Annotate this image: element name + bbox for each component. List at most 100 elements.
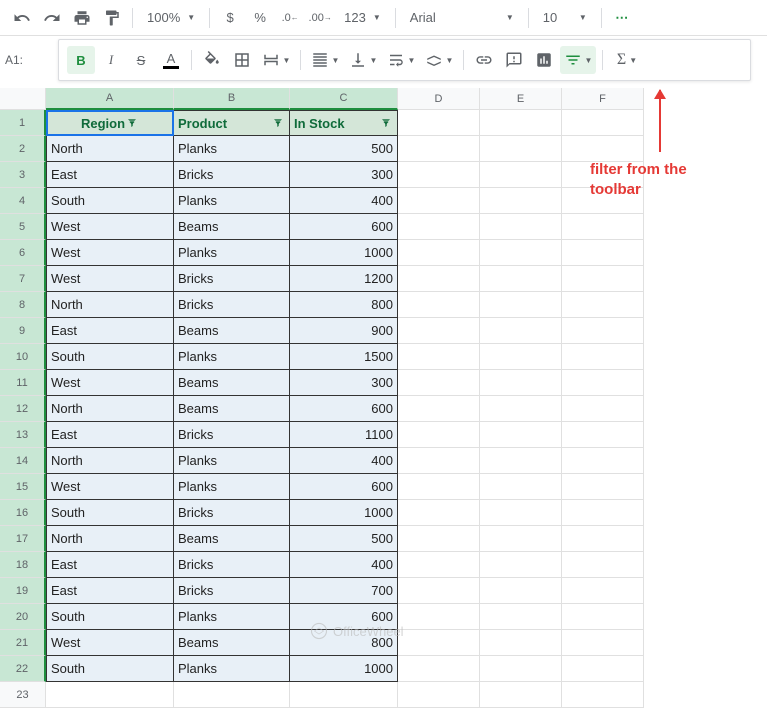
row-header[interactable]: 20	[0, 604, 46, 630]
data-cell[interactable]: 600	[290, 214, 398, 240]
empty-cell[interactable]	[562, 526, 644, 552]
data-cell[interactable]: West	[46, 474, 174, 500]
data-cell[interactable]: Planks	[174, 136, 290, 162]
data-cell[interactable]: Beams	[174, 370, 290, 396]
filter-icon[interactable]	[271, 116, 285, 130]
empty-cell[interactable]	[480, 526, 562, 552]
data-cell[interactable]: East	[46, 422, 174, 448]
empty-cell[interactable]	[480, 396, 562, 422]
empty-cell[interactable]	[480, 682, 562, 708]
row-header[interactable]: 15	[0, 474, 46, 500]
empty-cell[interactable]	[480, 656, 562, 682]
data-cell[interactable]: Bricks	[174, 162, 290, 188]
data-cell[interactable]: 1200	[290, 266, 398, 292]
row-header[interactable]: 7	[0, 266, 46, 292]
row-header[interactable]: 13	[0, 422, 46, 448]
empty-cell[interactable]	[480, 630, 562, 656]
row-header[interactable]: 1	[0, 110, 46, 136]
empty-cell[interactable]	[562, 318, 644, 344]
insert-link-button[interactable]	[470, 46, 498, 74]
data-cell[interactable]: 1500	[290, 344, 398, 370]
data-cell[interactable]: East	[46, 552, 174, 578]
row-header[interactable]: 3	[0, 162, 46, 188]
data-cell[interactable]: Planks	[174, 188, 290, 214]
data-cell[interactable]: Bricks	[174, 266, 290, 292]
empty-cell[interactable]	[562, 500, 644, 526]
row-header[interactable]: 18	[0, 552, 46, 578]
empty-cell[interactable]	[398, 578, 480, 604]
vertical-align-button[interactable]: ▼	[345, 46, 381, 74]
data-cell[interactable]: Bricks	[174, 552, 290, 578]
data-cell[interactable]: 300	[290, 370, 398, 396]
data-cell[interactable]: 1100	[290, 422, 398, 448]
data-cell[interactable]: Beams	[174, 214, 290, 240]
empty-cell[interactable]	[480, 240, 562, 266]
column-header[interactable]: B	[174, 88, 290, 110]
strikethrough-button[interactable]: S	[127, 46, 155, 74]
empty-cell[interactable]	[398, 266, 480, 292]
empty-cell[interactable]	[480, 552, 562, 578]
row-header[interactable]: 23	[0, 682, 46, 708]
data-cell[interactable]: West	[46, 266, 174, 292]
font-size-select[interactable]: 10▼	[535, 4, 595, 32]
data-cell[interactable]: South	[46, 656, 174, 682]
data-cell[interactable]: North	[46, 448, 174, 474]
data-cell[interactable]: 1000	[290, 240, 398, 266]
empty-cell[interactable]	[562, 344, 644, 370]
column-header[interactable]: F	[562, 88, 644, 110]
data-cell[interactable]: 600	[290, 396, 398, 422]
empty-cell[interactable]	[398, 240, 480, 266]
data-cell[interactable]: Bricks	[174, 578, 290, 604]
text-wrap-button[interactable]: ▼	[383, 46, 419, 74]
empty-cell[interactable]	[398, 552, 480, 578]
more-tools-button[interactable]: ⋯	[608, 4, 636, 32]
data-cell[interactable]: Beams	[174, 526, 290, 552]
row-header[interactable]: 21	[0, 630, 46, 656]
empty-cell[interactable]	[562, 552, 644, 578]
row-header[interactable]: 4	[0, 188, 46, 214]
empty-cell[interactable]	[562, 422, 644, 448]
empty-cell[interactable]	[480, 214, 562, 240]
empty-cell[interactable]	[398, 630, 480, 656]
column-header[interactable]: E	[480, 88, 562, 110]
decrease-decimal-button[interactable]: .0←	[276, 4, 304, 32]
empty-cell[interactable]	[480, 344, 562, 370]
empty-cell[interactable]	[480, 474, 562, 500]
empty-cell[interactable]	[398, 136, 480, 162]
empty-cell[interactable]	[562, 370, 644, 396]
row-header[interactable]: 12	[0, 396, 46, 422]
insert-comment-button[interactable]	[500, 46, 528, 74]
merge-cells-button[interactable]: ▼	[258, 46, 294, 74]
empty-cell[interactable]	[562, 396, 644, 422]
empty-cell[interactable]	[562, 578, 644, 604]
empty-cell[interactable]	[562, 214, 644, 240]
empty-cell[interactable]	[562, 110, 644, 136]
data-cell[interactable]: South	[46, 344, 174, 370]
select-all-corner[interactable]	[0, 88, 46, 110]
column-header[interactable]: C	[290, 88, 398, 110]
empty-cell[interactable]	[480, 110, 562, 136]
empty-cell[interactable]	[562, 136, 644, 162]
data-cell[interactable]: North	[46, 396, 174, 422]
more-formats-select[interactable]: 123▼	[336, 4, 389, 32]
data-cell[interactable]: 400	[290, 188, 398, 214]
empty-cell[interactable]	[398, 682, 480, 708]
data-cell[interactable]: West	[46, 370, 174, 396]
row-header[interactable]: 6	[0, 240, 46, 266]
empty-cell[interactable]	[480, 136, 562, 162]
data-cell[interactable]: South	[46, 604, 174, 630]
empty-cell[interactable]	[480, 370, 562, 396]
empty-cell[interactable]	[480, 162, 562, 188]
empty-cell[interactable]	[562, 240, 644, 266]
empty-cell[interactable]	[480, 604, 562, 630]
filter-icon[interactable]	[125, 116, 139, 130]
empty-cell[interactable]	[398, 656, 480, 682]
empty-cell[interactable]	[562, 682, 644, 708]
empty-cell[interactable]	[398, 292, 480, 318]
empty-cell[interactable]	[480, 318, 562, 344]
column-header[interactable]: D	[398, 88, 480, 110]
empty-cell[interactable]	[398, 344, 480, 370]
data-cell[interactable]: East	[46, 162, 174, 188]
font-select[interactable]: Arial▼	[402, 4, 522, 32]
redo-button[interactable]	[38, 4, 66, 32]
